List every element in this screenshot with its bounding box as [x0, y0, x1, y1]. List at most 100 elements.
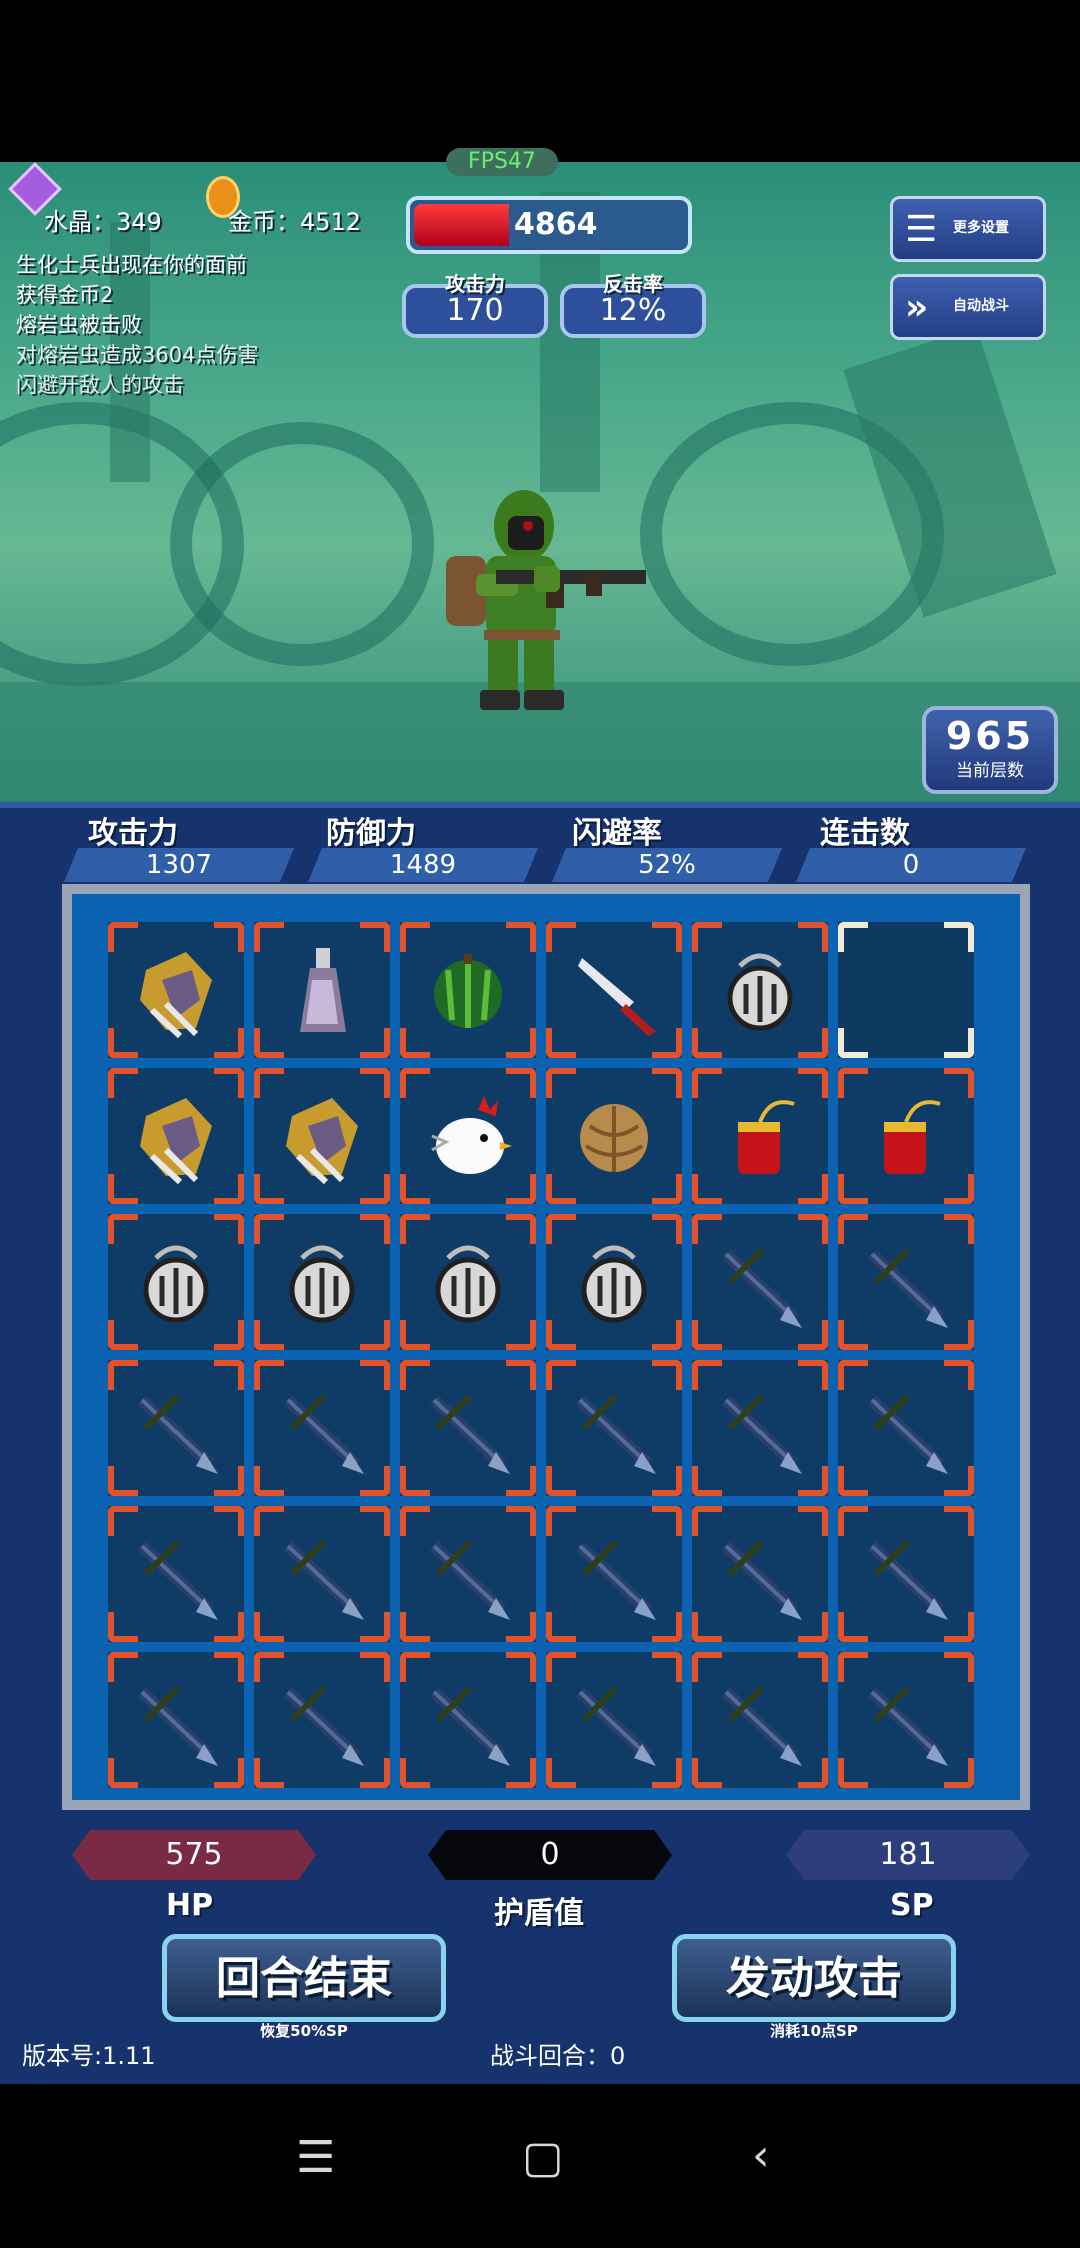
inventory-slot[interactable] [546, 1652, 682, 1788]
crossbow-icon [721, 1539, 802, 1620]
grenade-icon [289, 1245, 355, 1323]
log-line: 闪避开敌人的攻击 [16, 373, 184, 397]
inventory-slot[interactable] [400, 1214, 536, 1350]
inventory-slot[interactable] [692, 1652, 828, 1788]
crossbow-icon [867, 1247, 948, 1328]
end-turn-label: 回合结束 [216, 1953, 392, 2004]
inventory-slot[interactable] [546, 1506, 682, 1642]
gauntlet-icon [140, 952, 212, 1039]
floor-label: 当前层数 [956, 761, 1024, 781]
list-icon: ☰ [905, 209, 938, 250]
attack-button[interactable]: 发动攻击 [672, 1934, 956, 2022]
empty-slot[interactable] [838, 922, 974, 1058]
player-attack-value: 1307 [64, 848, 294, 882]
slot-corner [838, 922, 868, 952]
crossbow-icon [429, 1539, 510, 1620]
bg-arch [170, 422, 434, 666]
crossbow-icon [137, 1685, 218, 1766]
inventory-slot[interactable] [254, 1360, 390, 1496]
crossbow-icon [283, 1685, 364, 1766]
inventory-slot[interactable] [108, 1506, 244, 1642]
gauntlet-icon [286, 1098, 358, 1185]
crossbow-icon [283, 1539, 364, 1620]
crossbow-icon [721, 1247, 802, 1328]
crossbow-icon [575, 1685, 656, 1766]
back-nav-icon[interactable]: ‹ [752, 2130, 770, 2181]
inventory-slot[interactable] [108, 1360, 244, 1496]
auto-battle-button[interactable]: » 自动战斗 [890, 274, 1046, 340]
fps-counter: FPS47 [446, 148, 558, 176]
inventory-slot[interactable] [692, 1214, 828, 1350]
crossbow-icon [721, 1685, 802, 1766]
inventory-slot[interactable] [692, 1068, 828, 1204]
enemy-hp-fill [414, 204, 509, 246]
inventory-slot[interactable] [400, 1068, 536, 1204]
soldier-enemy [446, 490, 646, 710]
menu-nav-icon[interactable]: ☰ [296, 2132, 335, 2183]
home-nav-icon[interactable]: ▢ [522, 2132, 564, 2183]
inventory-slot[interactable] [838, 1360, 974, 1496]
inventory-slot[interactable] [692, 1360, 828, 1496]
inventory-slot[interactable] [546, 1360, 682, 1496]
crystal-count: 水晶：349 [44, 208, 162, 236]
inventory-slot[interactable] [108, 1214, 244, 1350]
inventory-slot[interactable] [254, 922, 390, 1058]
slot-corner [944, 922, 974, 952]
shield-label: 护盾值 [494, 1896, 584, 1931]
inventory-slot[interactable] [546, 1214, 682, 1350]
inventory-slot[interactable] [254, 1214, 390, 1350]
log-line: 获得金币2 [16, 283, 114, 307]
inventory-grid [72, 894, 1020, 1800]
inventory-slot[interactable] [838, 1068, 974, 1204]
grenade-icon [143, 1245, 209, 1323]
inventory-slot[interactable] [546, 922, 682, 1058]
gauntlet-icon [140, 1098, 212, 1185]
enemy-hp-bar: 4864 [406, 196, 692, 254]
battle-log: 生化士兵出现在你的面前 获得金币2 熔岩虫被击败 对熔岩虫造成3604点伤害 闪… [16, 250, 258, 400]
crossbow-icon [575, 1393, 656, 1474]
player-combo-value: 0 [796, 848, 1026, 882]
player-combo-label: 连击数 [820, 816, 910, 851]
inventory-slot[interactable] [838, 1652, 974, 1788]
inventory-slot[interactable] [838, 1506, 974, 1642]
fast-forward-icon: » [905, 287, 929, 328]
crossbow-icon [429, 1685, 510, 1766]
enemy-counter-label: 反击率 [603, 272, 663, 296]
grenade-icon [727, 953, 793, 1031]
version-label: 版本号:1.11 [22, 2042, 156, 2070]
system-nav-bar: ☰ ▢ ‹ [0, 2084, 1080, 2248]
crossbow-icon [575, 1539, 656, 1620]
end-turn-hint: 恢复50%SP [260, 2022, 348, 2040]
log-line: 熔岩虫被击败 [16, 313, 142, 337]
player-dodge-label: 闪避率 [572, 816, 662, 851]
more-settings-label: 更多设置 [953, 220, 1009, 236]
inventory-slot[interactable] [400, 1652, 536, 1788]
inventory-slot[interactable] [692, 1506, 828, 1642]
inventory-slot[interactable] [692, 922, 828, 1058]
player-defense-label: 防御力 [326, 816, 416, 851]
sp-label: SP [890, 1888, 934, 1923]
inventory-slot[interactable] [108, 922, 244, 1058]
end-turn-button[interactable]: 回合结束 [162, 1934, 446, 2022]
grenade-icon [435, 1245, 501, 1323]
inventory-slot[interactable] [400, 1360, 536, 1496]
crossbow-icon [283, 1393, 364, 1474]
inventory-slot[interactable] [254, 1506, 390, 1642]
inventory-slot[interactable] [108, 1652, 244, 1788]
inventory-slot[interactable] [546, 1068, 682, 1204]
inventory-slot[interactable] [254, 1068, 390, 1204]
inventory-slot[interactable] [400, 1506, 536, 1642]
crossbow-icon [867, 1685, 948, 1766]
slot-corner [944, 1028, 974, 1058]
inventory-slot[interactable] [838, 1214, 974, 1350]
inventory-slot[interactable] [400, 922, 536, 1058]
slot-corner [838, 1028, 868, 1058]
floor-counter: 965 当前层数 [922, 706, 1058, 794]
more-settings-button[interactable]: ☰ 更多设置 [890, 196, 1046, 262]
knife-icon [578, 958, 656, 1036]
inventory-slot[interactable] [254, 1652, 390, 1788]
battle-round-label: 战斗回合：0 [490, 2042, 626, 2070]
player-hp-value: 575 [72, 1830, 316, 1880]
inventory-slot[interactable] [108, 1068, 244, 1204]
player-attack-label: 攻击力 [88, 816, 178, 851]
